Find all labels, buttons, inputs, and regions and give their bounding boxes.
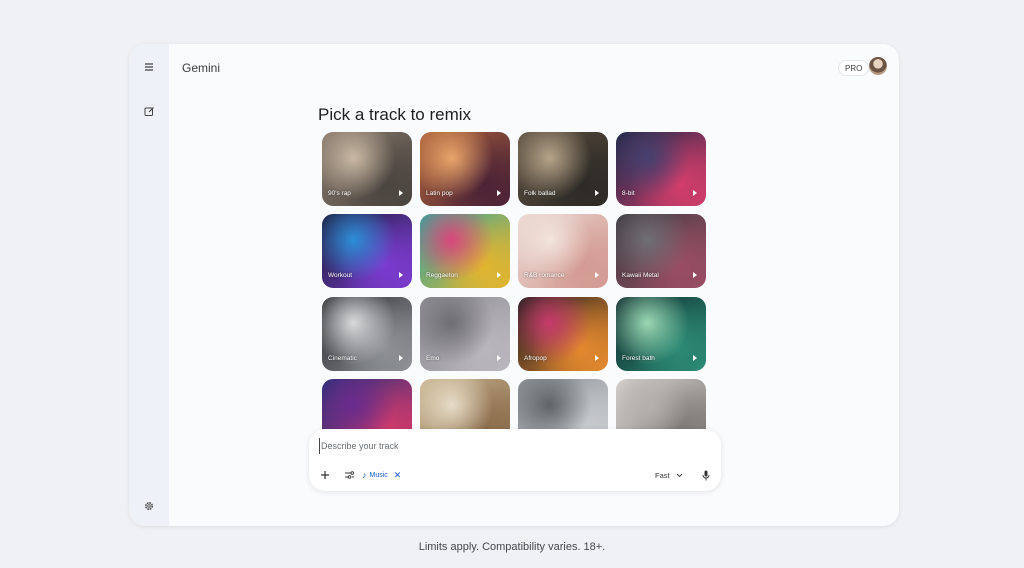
tools-button[interactable] (341, 467, 357, 483)
model-label: Fast (655, 470, 670, 480)
track-grid: 90's rap Latin pop Folk ballad 8-bit Workout… (322, 131, 708, 430)
play-icon[interactable] (693, 272, 697, 278)
menu-button[interactable] (138, 56, 160, 78)
play-icon[interactable] (497, 190, 501, 196)
play-icon[interactable] (693, 190, 697, 196)
app-title: Gemini (182, 61, 221, 75)
track-tile[interactable] (616, 379, 706, 430)
track-label: Forest bath (622, 355, 655, 362)
app-window: Gemini PRO Pick a track to remix 90's ra… (129, 44, 899, 526)
new-chat-button[interactable] (138, 100, 160, 122)
music-chip-label: Music (369, 471, 388, 479)
track-tile[interactable]: Reggaeton (420, 214, 510, 288)
play-icon[interactable] (399, 272, 403, 278)
plus-icon (321, 471, 329, 479)
footer-note: Limits apply. Compatibility varies. 18+. (418, 541, 606, 553)
track-tile[interactable]: Afropop (518, 297, 608, 371)
play-icon[interactable] (595, 272, 599, 278)
chip-close-icon[interactable]: ✕ (394, 470, 402, 481)
track-tile[interactable]: 8-bit (616, 132, 706, 206)
play-icon[interactable] (595, 190, 599, 196)
track-label: Reggaeton (426, 272, 458, 279)
track-tile[interactable]: R&B romance (518, 214, 608, 288)
pro-badge[interactable]: PRO (838, 60, 870, 76)
settings-button[interactable] (138, 495, 160, 517)
mic-button[interactable] (698, 467, 714, 483)
track-label: Kawaii Metal (622, 272, 659, 279)
track-label: 90's rap (328, 190, 351, 197)
track-label: 8-bit (622, 190, 635, 197)
play-icon[interactable] (497, 355, 501, 361)
play-icon[interactable] (693, 355, 697, 361)
menu-icon (145, 63, 153, 71)
track-label: Latin pop (426, 190, 453, 197)
tools-icon (344, 471, 354, 479)
track-tile[interactable]: Latin pop (420, 132, 510, 206)
mic-icon (702, 470, 710, 480)
sidebar (129, 44, 169, 526)
track-tile[interactable]: Forest bath (616, 297, 706, 371)
track-tile[interactable]: Folk ballad (518, 132, 608, 206)
play-icon[interactable] (497, 272, 501, 278)
track-tile[interactable] (322, 379, 412, 430)
track-tile[interactable] (420, 379, 510, 430)
track-tile[interactable]: Kawaii Metal (616, 214, 706, 288)
track-label: Folk ballad (524, 190, 556, 197)
play-icon[interactable] (399, 355, 403, 361)
prompt-input[interactable] (319, 438, 659, 454)
settings-icon (144, 501, 154, 511)
track-tile[interactable] (518, 379, 608, 430)
music-chip[interactable]: ♪ Music ✕ (362, 468, 401, 482)
play-icon[interactable] (399, 190, 403, 196)
model-select[interactable]: Fast (655, 468, 683, 482)
page-title: Pick a track to remix (318, 105, 472, 124)
track-label: R&B romance (524, 272, 565, 279)
chevron-down-icon (676, 473, 682, 477)
avatar[interactable] (869, 57, 887, 75)
track-label: Emo (426, 355, 440, 362)
track-label: Workout (328, 272, 353, 279)
play-icon[interactable] (595, 355, 599, 361)
track-tile[interactable]: Emo (420, 297, 510, 371)
track-tile[interactable]: Workout (322, 214, 412, 288)
track-tile[interactable]: 90's rap (322, 132, 412, 206)
track-label: Cinematic (328, 355, 357, 362)
music-note-icon: ♪ (362, 470, 367, 480)
prompt-box: ♪ Music ✕ Fast (309, 429, 721, 491)
add-button[interactable] (317, 467, 333, 483)
new-chat-icon (144, 106, 154, 116)
track-label: Afropop (524, 355, 547, 362)
track-tile[interactable]: Cinematic (322, 297, 412, 371)
